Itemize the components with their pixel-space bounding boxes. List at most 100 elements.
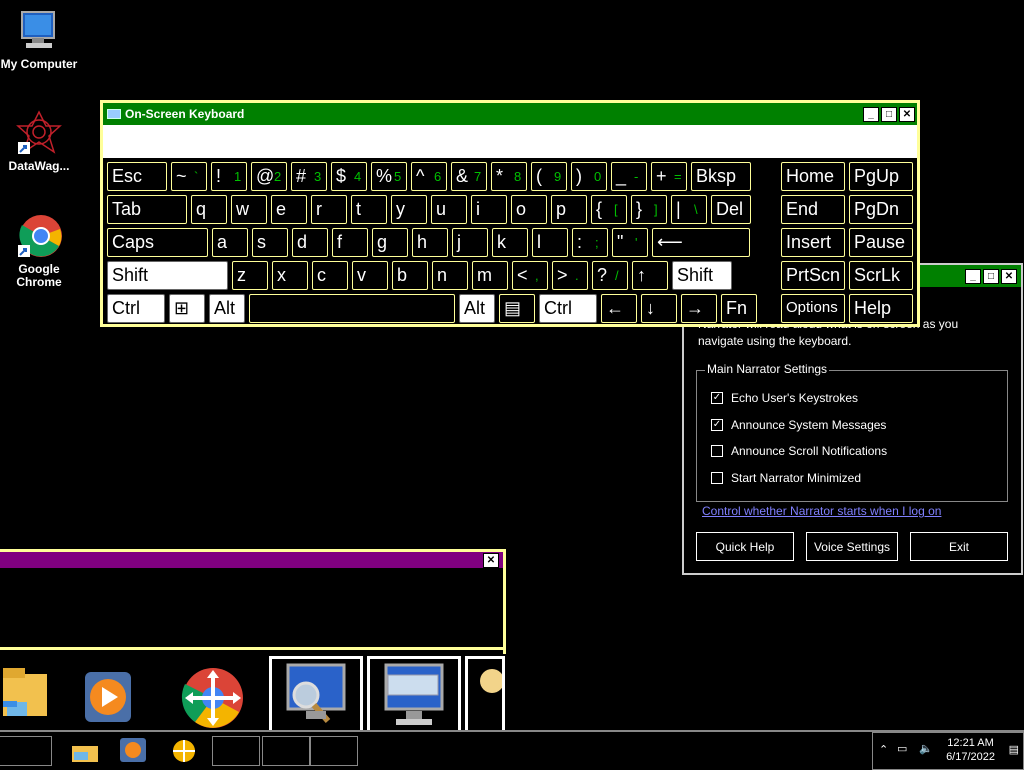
explorer-taskbar-icon[interactable] [72,742,100,769]
key-9[interactable]: * 8 [491,162,527,191]
key-14[interactable]: Pause [849,228,913,257]
key-12[interactable]: ⟵ [652,228,750,257]
key-12[interactable]: Shift [672,261,732,290]
key-14[interactable]: ScrLk [849,261,913,290]
key-0[interactable]: Shift [107,261,228,290]
show-desktop-icon[interactable]: ▤ [1009,743,1019,756]
start-button[interactable] [0,736,52,766]
voice-settings-button[interactable]: Voice Settings [806,532,898,561]
key-3[interactable]: c [312,261,348,290]
key-6[interactable]: h [412,228,448,257]
checkbox-announce-scroll[interactable]: Announce Scroll Notifications [711,444,887,458]
desktop-icon-my-computer[interactable]: My Computer [0,8,79,71]
key-10[interactable]: Fn [721,294,757,323]
key-14[interactable]: Bksp [691,162,751,191]
key-6[interactable]: Ctrl [539,294,597,323]
thumb-keyboard[interactable] [365,654,463,738]
key-15[interactable]: End [781,195,845,224]
thumb-partial[interactable] [463,654,507,738]
key-13[interactable]: Insert [781,228,845,257]
key-0[interactable]: Caps [107,228,208,257]
key-11[interactable]: ↑ [632,261,668,290]
key-1[interactable]: ~ ` [171,162,207,191]
minimize-button[interactable]: _ [965,268,981,284]
key-7[interactable]: ^ 6 [411,162,447,191]
key-7[interactable]: j [452,228,488,257]
media-taskbar-icon[interactable] [120,738,148,769]
key-4[interactable]: r [311,195,347,224]
key-11[interactable]: " ' [612,228,648,257]
key-2[interactable]: w [231,195,267,224]
network-icon[interactable]: ▭ [897,742,907,755]
key-10[interactable]: :; [572,228,608,257]
key-5[interactable]: $4 [331,162,367,191]
key-11[interactable]: {[ [591,195,627,224]
desktop-icon-google-chrome[interactable]: Google Chrome [0,213,79,289]
key-9[interactable]: >. [552,261,588,290]
narrator-logon-link[interactable]: Control whether Narrator starts when I l… [702,504,941,518]
exit-button[interactable]: Exit [910,532,1008,561]
chevron-up-icon[interactable]: ⌃ [879,743,888,756]
key-15[interactable]: Home [781,162,845,191]
key-4[interactable]: #3 [291,162,327,191]
key-16[interactable]: PgUp [849,162,913,191]
key-9[interactable]: → [681,294,717,323]
checkbox-box[interactable] [711,472,723,484]
key-5[interactable]: b [392,261,428,290]
key-0[interactable]: Esc [107,162,167,191]
key-8[interactable]: i [471,195,507,224]
key-1[interactable]: a [212,228,248,257]
key-8[interactable]: k [492,228,528,257]
desktop-icon-datawag[interactable]: DataWag... [0,110,79,173]
key-8[interactable]: ↓ [641,294,677,323]
close-button[interactable]: ✕ [1001,268,1017,284]
key-3[interactable] [249,294,455,323]
key-11[interactable]: ) 0 [571,162,607,191]
thumb-magnifier[interactable] [267,654,365,738]
taskbar-item[interactable] [212,736,260,766]
quick-help-button[interactable]: Quick Help [696,532,794,561]
key-0[interactable]: Tab [107,195,187,224]
key-3[interactable]: e [271,195,307,224]
key-7[interactable]: m [472,261,508,290]
checkbox-announce-system-messages[interactable]: ✓ Announce System Messages [711,418,886,432]
key-10[interactable]: p [551,195,587,224]
taskbar-item[interactable] [310,736,358,766]
checkbox-start-minimized[interactable]: Start Narrator Minimized [711,471,861,485]
key-8[interactable]: <, [512,261,548,290]
key-12[interactable]: _ - [611,162,647,191]
clock[interactable]: 12:21 AM 6/17/2022 [946,736,995,764]
checkbox-box[interactable]: ✓ [711,419,723,431]
key-9[interactable]: l [532,228,568,257]
volume-icon[interactable]: 🔈 [919,742,933,755]
chrome-move-icon[interactable] [181,664,245,737]
key-2[interactable]: x [272,261,308,290]
key-1[interactable]: ⊞ [169,294,205,323]
key-5[interactable]: g [372,228,408,257]
key-5[interactable]: ▤ [499,294,535,323]
key-2[interactable]: Alt [209,294,245,323]
key-1[interactable]: z [232,261,268,290]
key-4[interactable]: Alt [459,294,495,323]
key-12[interactable]: Help [849,294,913,323]
key-5[interactable]: t [351,195,387,224]
key-7[interactable]: u [431,195,467,224]
key-0[interactable]: Ctrl [107,294,165,323]
checkbox-echo-keystrokes[interactable]: ✓ Echo User's Keystrokes [711,391,858,405]
key-4[interactable]: v [352,261,388,290]
key-9[interactable]: o [511,195,547,224]
key-12[interactable]: }] [631,195,667,224]
key-6[interactable]: n [432,261,468,290]
key-3[interactable]: @2 [251,162,287,191]
key-6[interactable]: % 5 [371,162,407,191]
key-16[interactable]: PgDn [849,195,913,224]
taskbar-item[interactable] [262,736,310,766]
switcher-titlebar[interactable]: ✕ [0,552,503,568]
checkbox-box[interactable] [711,445,723,457]
maximize-button[interactable]: □ [983,268,999,284]
key-10[interactable]: ? / [592,261,628,290]
key-11[interactable]: Options [781,294,845,323]
key-6[interactable]: y [391,195,427,224]
key-2[interactable]: ! 1 [211,162,247,191]
key-10[interactable]: (9 [531,162,567,191]
